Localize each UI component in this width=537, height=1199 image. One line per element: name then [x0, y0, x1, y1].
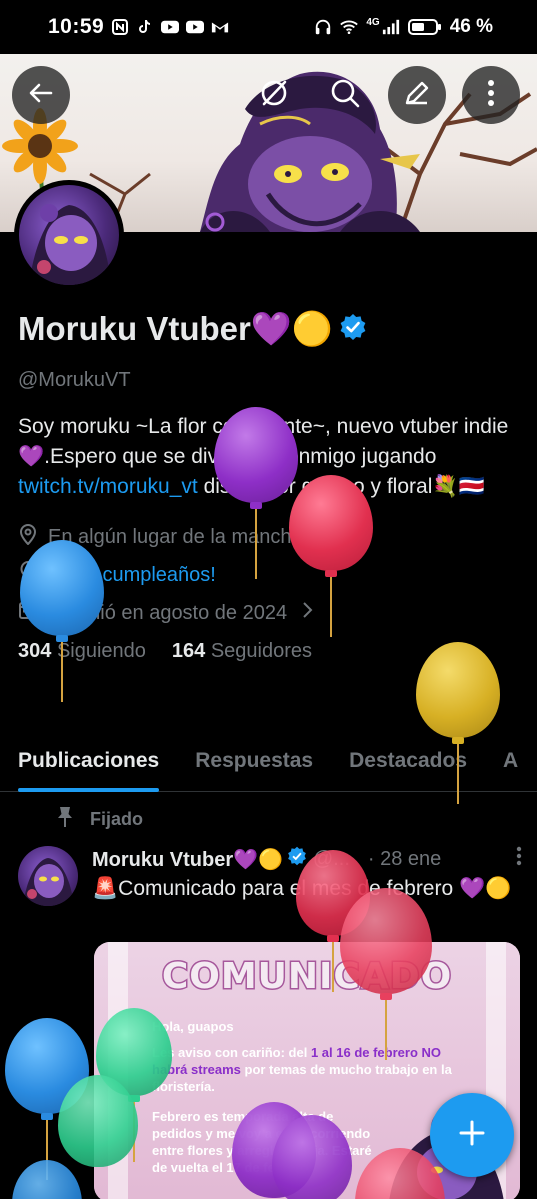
chevron-right-icon [301, 601, 313, 625]
post-more-icon[interactable] [516, 846, 522, 872]
grok-button[interactable] [245, 66, 303, 124]
followers-label: Seguidores [210, 640, 313, 662]
wifi-icon [340, 18, 359, 36]
media-title: COMUNICADO [160, 955, 453, 999]
profile-avatar[interactable] [14, 180, 124, 290]
edit-icon [402, 78, 432, 113]
tab-articulos[interactable]: A [485, 730, 536, 792]
pinned-label: Fijado [90, 809, 143, 829]
pinned-indicator: Fijado [56, 806, 143, 833]
profile-location: En algún lugar de la mancha [18, 518, 528, 556]
tab-respuestas[interactable]: Respuestas [177, 730, 331, 792]
tiktok-icon [136, 18, 154, 36]
profile-handle: @MorukuVT [18, 369, 131, 391]
plus-icon [457, 1118, 487, 1153]
location-text: En algún lugar de la mancha [48, 525, 303, 548]
youtube-icon [161, 18, 180, 36]
following-link[interactable]: 304 Siguiendo [18, 640, 146, 663]
post-avatar-image [23, 858, 74, 906]
pin-icon [56, 806, 74, 833]
display-name: Moruku Vtuber💜🟡 [18, 310, 334, 347]
search-icon [329, 77, 361, 114]
followers-count: 164 [171, 640, 206, 662]
battery-percent: 46 % [449, 16, 493, 37]
edit-button[interactable] [388, 66, 446, 124]
location-pin-icon [18, 523, 38, 551]
more-vertical-icon [487, 79, 495, 112]
status-time: 10:59 [48, 15, 105, 38]
following-label: Siguiendo [56, 640, 146, 662]
youtube-icon [186, 18, 205, 36]
bio-link[interactable]: twitch.tv/moruku_vt [18, 475, 198, 498]
tab-publicaciones[interactable]: Publicaciones [0, 730, 177, 792]
headphones-icon [314, 18, 332, 36]
signal-icon [382, 18, 400, 36]
compose-button[interactable] [430, 1093, 514, 1177]
network-type: 4G [366, 16, 380, 28]
status-bar: 10:59 4G 46 % [0, 0, 537, 54]
gmail-icon [211, 18, 229, 36]
avatar-image [29, 204, 111, 285]
media-greeting: Hola, guapos [152, 1019, 234, 1034]
followers-link[interactable]: 164 Seguidores [172, 640, 312, 663]
battery-icon [407, 18, 442, 36]
post-author[interactable]: Moruku Vtuber💜🟡 [92, 847, 283, 872]
search-button[interactable] [316, 66, 374, 124]
arrow-left-icon [27, 79, 55, 112]
more-button[interactable] [462, 66, 520, 124]
nfc-icon [111, 18, 129, 36]
media-line1-a: Les aviso con cariño: del [152, 1045, 311, 1060]
verified-badge-icon[interactable] [339, 313, 367, 346]
post-date: · 28 ene [367, 847, 442, 870]
post-avatar[interactable] [18, 846, 78, 906]
following-count: 304 [18, 640, 52, 662]
back-button[interactable] [12, 66, 70, 124]
grok-icon [258, 77, 290, 114]
